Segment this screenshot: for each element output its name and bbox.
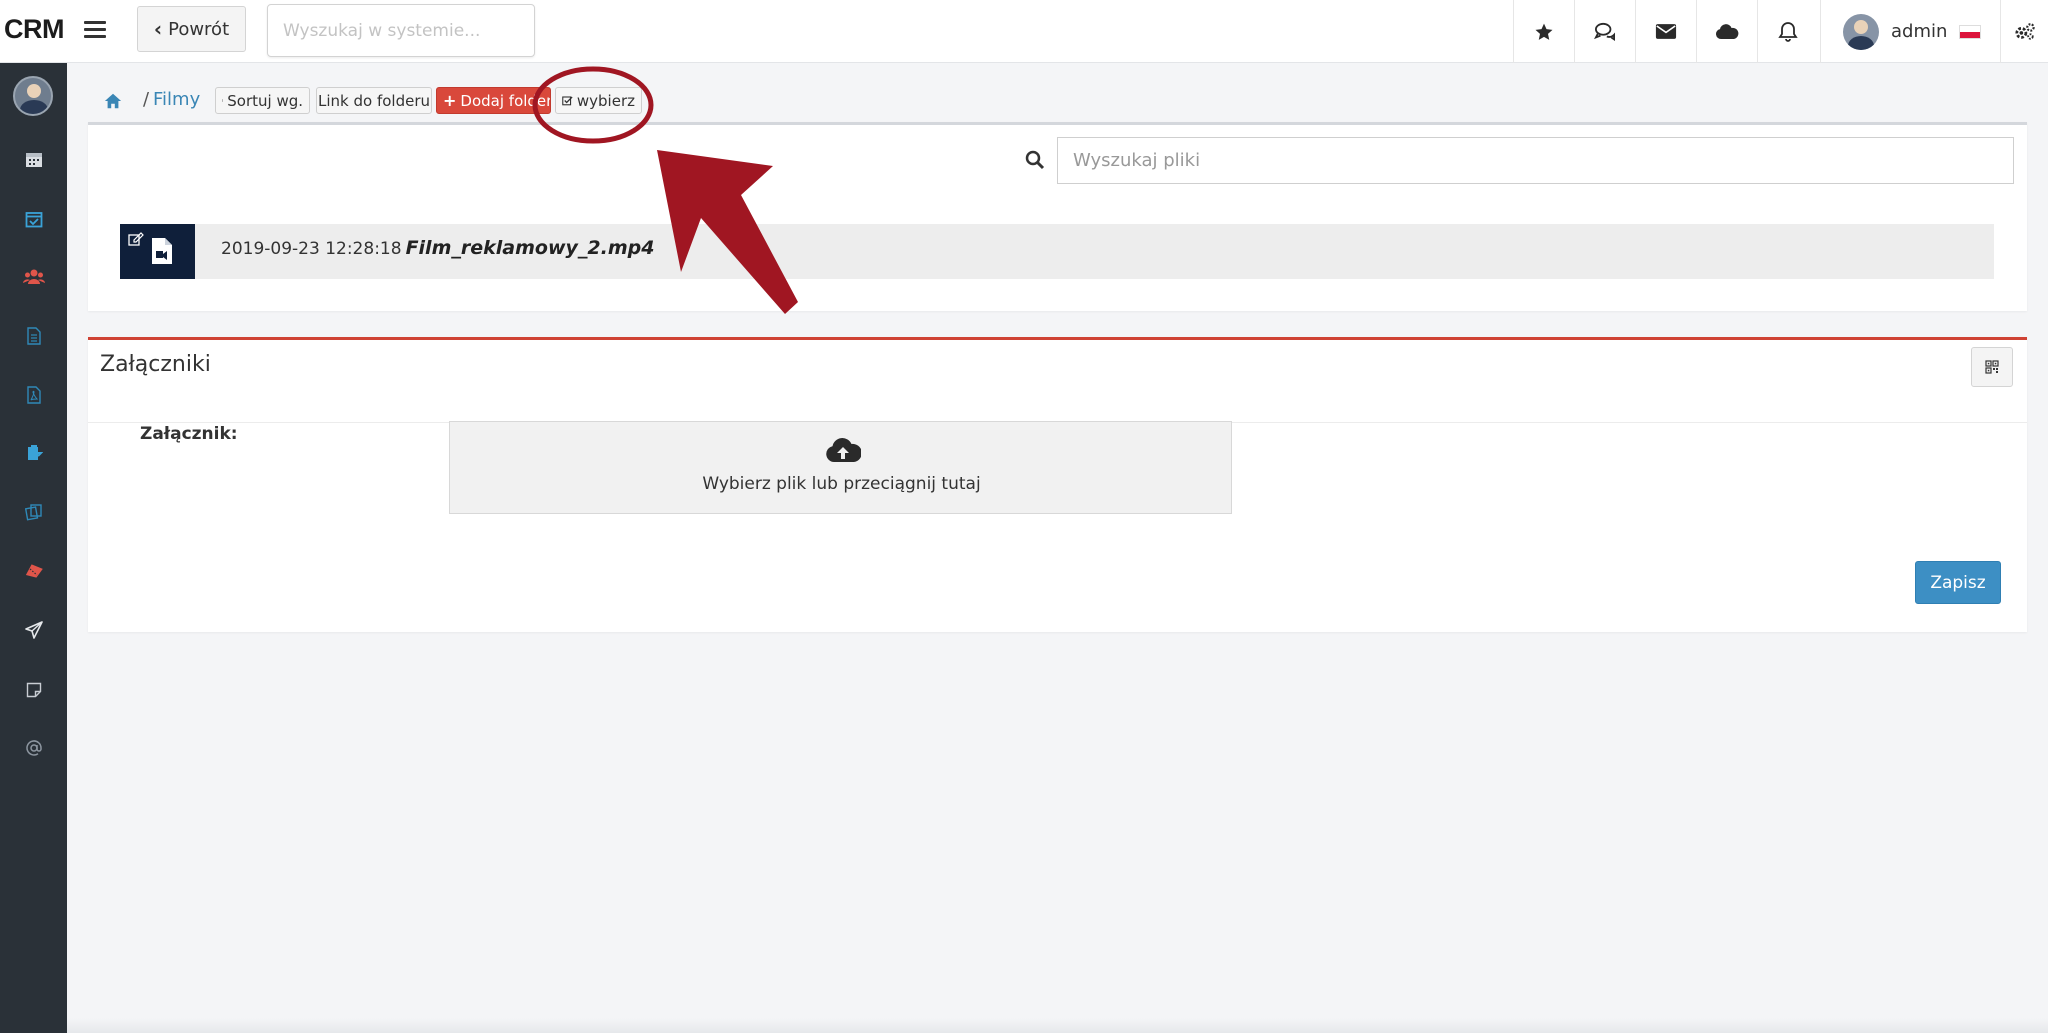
file-thumbnail xyxy=(120,224,195,279)
home-icon[interactable] xyxy=(104,92,122,110)
sidebar-item-documents[interactable] xyxy=(0,316,67,356)
cloud-upload-icon xyxy=(826,438,861,462)
sidebar-item-send[interactable] xyxy=(0,610,67,650)
calendar-check-icon xyxy=(25,212,42,228)
sidebar-item-pdf[interactable] xyxy=(0,375,67,415)
file-info: 2019-09-23 12:28:18 Film_reklamowy_2.mp4 xyxy=(221,237,654,259)
user-menu[interactable]: admin xyxy=(1820,0,2000,63)
top-bar: CRM ‹ Powrót admin xyxy=(0,0,2048,63)
sidebar-item-copy[interactable] xyxy=(0,492,67,532)
back-button[interactable]: ‹ Powrót xyxy=(137,6,246,52)
favorites-button[interactable] xyxy=(1513,0,1574,63)
sidebar-avatar[interactable] xyxy=(13,76,53,116)
document-icon xyxy=(26,327,41,345)
app-logo[interactable]: CRM xyxy=(4,14,65,45)
comments-icon xyxy=(1594,22,1615,41)
copy-icon xyxy=(24,504,42,521)
folder-link-button[interactable]: Link do folderu xyxy=(316,87,432,114)
file-dropzone[interactable]: Wybierz plik lub przeciągnij tutaj xyxy=(449,421,1232,514)
bottom-shadow xyxy=(67,1018,2048,1033)
file-date: 2019-09-23 12:28:18 xyxy=(221,239,402,259)
video-file-icon xyxy=(152,238,172,264)
search-icon xyxy=(1025,150,1045,170)
chat-button[interactable] xyxy=(1574,0,1635,63)
edit-icon[interactable] xyxy=(128,232,144,246)
calendar-icon xyxy=(25,153,42,167)
sidebar-item-clipboard[interactable] xyxy=(0,433,67,473)
qr-code-icon xyxy=(1985,360,1999,374)
sidebar-item-notes[interactable] xyxy=(0,670,67,710)
cloud-icon xyxy=(1715,23,1739,39)
save-button[interactable]: Zapisz xyxy=(1915,561,2001,604)
polish-flag-icon[interactable] xyxy=(1959,24,1982,39)
paper-plane-icon xyxy=(24,621,43,639)
sort-icon xyxy=(222,99,224,102)
clipboard-icon xyxy=(27,445,43,460)
folder-link-button-label: Link do folderu xyxy=(318,91,431,110)
qr-code-button[interactable] xyxy=(1971,347,2013,387)
add-folder-button-label: Dodaj folder xyxy=(460,91,551,110)
checkbox-icon xyxy=(562,96,573,106)
select-button[interactable]: wybierz xyxy=(555,87,642,114)
pdf-document-icon xyxy=(26,386,41,404)
sidebar-item-tasks[interactable] xyxy=(0,199,67,239)
sidebar-item-calendar[interactable] xyxy=(0,139,67,179)
sidebar xyxy=(0,63,67,1033)
notifications-button[interactable] xyxy=(1757,0,1818,63)
star-icon xyxy=(1535,23,1553,40)
bell-icon xyxy=(1778,21,1798,42)
sort-button[interactable]: Sortuj wg. xyxy=(215,87,310,114)
file-row[interactable]: 2019-09-23 12:28:18 Film_reklamowy_2.mp4 xyxy=(120,224,1994,279)
at-icon xyxy=(25,740,42,756)
sidebar-item-tickets[interactable] xyxy=(0,551,67,591)
user-name: admin xyxy=(1891,21,1948,42)
select-button-label: wybierz xyxy=(576,91,635,110)
ticket-icon xyxy=(25,564,43,578)
sort-button-label: Sortuj wg. xyxy=(227,91,303,110)
attachment-label: Załącznik: xyxy=(140,424,238,444)
envelope-icon xyxy=(1655,24,1677,39)
sidebar-item-contacts[interactable] xyxy=(0,257,67,297)
user-avatar xyxy=(1843,13,1879,50)
top-icon-bar xyxy=(1513,0,1818,63)
hamburger-menu-icon[interactable] xyxy=(84,18,106,40)
cloud-button[interactable] xyxy=(1696,0,1757,63)
file-name[interactable]: Film_reklamowy_2.mp4 xyxy=(406,237,655,259)
plus-icon: + xyxy=(443,91,457,110)
chevron-left-icon: ‹ xyxy=(153,17,163,41)
back-button-label: Powrót xyxy=(168,18,230,40)
attachments-title: Załączniki xyxy=(100,352,211,377)
global-search-input[interactable] xyxy=(267,4,535,57)
sidebar-item-email[interactable] xyxy=(0,728,67,768)
breadcrumb-current-folder[interactable]: Filmy xyxy=(153,89,200,110)
file-search-input[interactable] xyxy=(1057,137,2014,184)
mail-button[interactable] xyxy=(1635,0,1696,63)
users-icon xyxy=(22,269,45,284)
dropzone-text: Wybierz plik lub przeciągnij tutaj xyxy=(702,474,981,494)
add-folder-button[interactable]: + Dodaj folder xyxy=(436,87,551,114)
sticky-note-icon xyxy=(26,682,41,698)
breadcrumb-separator: / xyxy=(143,89,150,110)
gears-icon xyxy=(2014,22,2035,40)
settings-button[interactable] xyxy=(2000,0,2048,63)
